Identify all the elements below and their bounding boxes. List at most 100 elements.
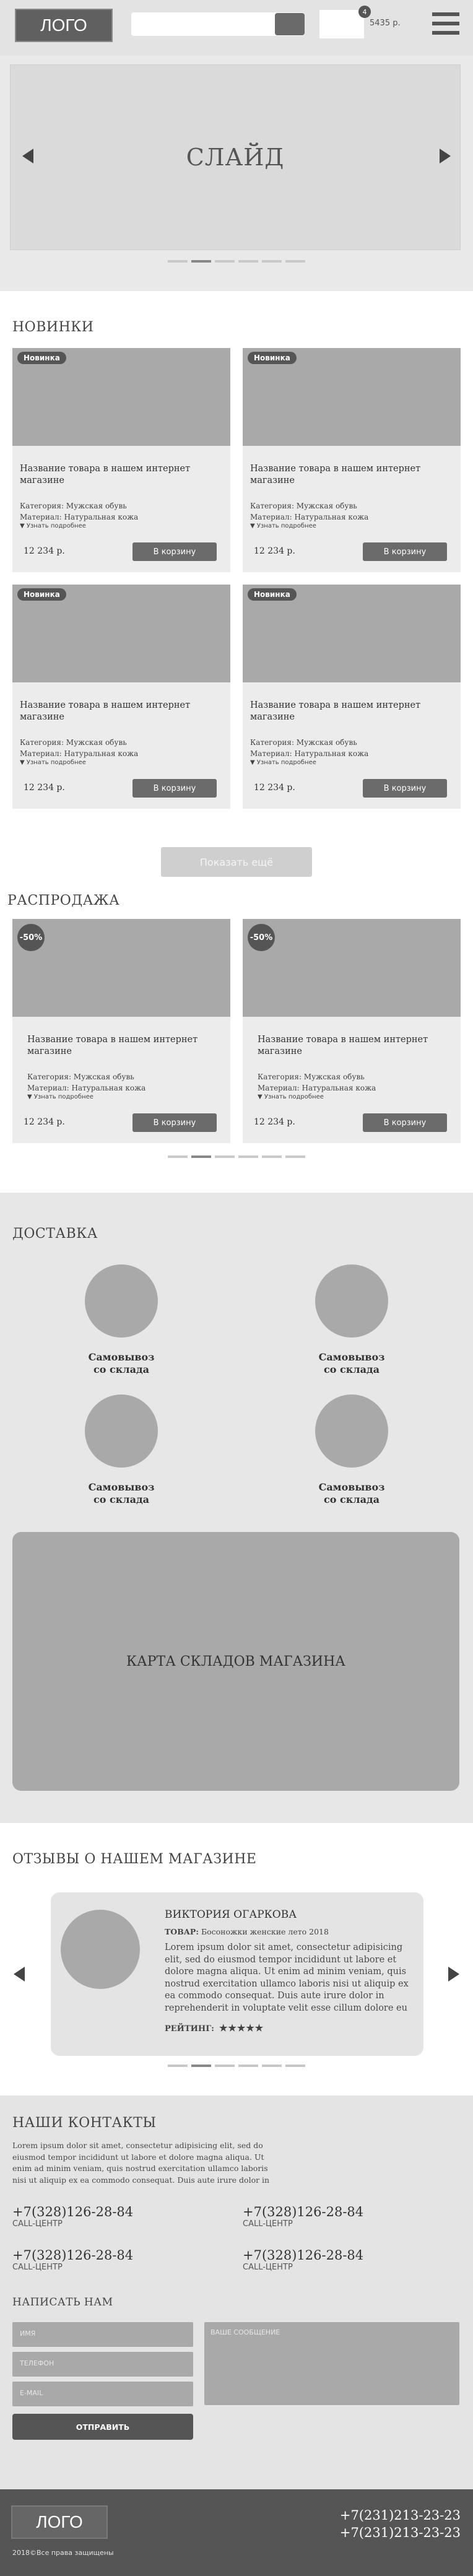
footer: ЛОГО 2018©Все права защищены +7(231)213-… [0, 2489, 473, 2576]
product-image[interactable]: -50% [243, 919, 461, 1017]
delivery-icon [315, 1264, 388, 1338]
delivery-label-line1: Самовывоз [318, 1481, 385, 1493]
sale-section: РАСПРОДАЖА -50% Название товара в нашем … [0, 886, 473, 1193]
product-image[interactable]: Новинка [12, 348, 230, 446]
add-to-cart-button[interactable]: В корзину [132, 542, 217, 561]
add-to-cart-button[interactable]: В корзину [363, 779, 447, 798]
slider-dot[interactable] [262, 1155, 282, 1158]
product-price: 12 234 р. [24, 1117, 65, 1127]
contact-phone[interactable]: +7(328)126-28-84 CALL-ЦЕНТР [243, 2204, 363, 2229]
product-image[interactable]: Новинка [12, 585, 230, 682]
warehouse-map[interactable]: КАРТА СКЛАДОВ МАГАЗИНА [12, 1532, 459, 1791]
contact-phone[interactable]: +7(328)126-28-84 CALL-ЦЕНТР [12, 2248, 133, 2272]
slider-next-arrow-icon[interactable] [440, 149, 451, 163]
phone-label: CALL-ЦЕНТР [12, 2263, 63, 2272]
product-name[interactable]: Название товара в нашем интернет магазин… [258, 1034, 453, 1058]
search-button[interactable] [275, 13, 305, 35]
review-text: Lorem ipsum dolor sit amet, consectetur … [165, 1943, 409, 2013]
discount-badge: -50% [17, 924, 45, 951]
slider-dot[interactable] [215, 1155, 235, 1158]
footer-logo[interactable]: ЛОГО [11, 2505, 108, 2539]
review-product: Босоножки женские лето 2018 [201, 1927, 329, 1936]
phone-number[interactable]: +7(328)126-28-84 [243, 2204, 363, 2219]
product-name[interactable]: Название товара в нашем интернет магазин… [20, 700, 223, 723]
slider-prev-arrow-icon[interactable] [22, 149, 33, 163]
slider-dot[interactable] [262, 2065, 282, 2067]
footer-phone[interactable]: +7(231)213-23-23 [340, 2508, 461, 2523]
email-field[interactable]: E-MAIL [12, 2382, 193, 2406]
product-name[interactable]: Название товара в нашем интернет магазин… [250, 700, 453, 723]
product-price: 12 234 р. [254, 546, 295, 556]
rating-stars-icon: ★★★★★ [219, 2022, 264, 2034]
message-field[interactable]: ВАШЕ СООБЩЕНИЕ [204, 2322, 459, 2405]
phone-field[interactable]: ТЕЛЕФОН [12, 2352, 193, 2377]
product-name[interactable]: Название товара в нашем интернет магазин… [27, 1034, 223, 1058]
add-to-cart-button[interactable]: В корзину [363, 542, 447, 561]
name-field[interactable]: ИМЯ [12, 2322, 193, 2347]
slider-dot[interactable] [262, 260, 282, 263]
add-to-cart-button[interactable]: В корзину [363, 1113, 447, 1132]
product-card[interactable]: Новинка Название товара в нашем интернет… [243, 585, 461, 809]
slider-dot[interactable] [215, 2065, 235, 2067]
product-more-link[interactable]: ▼ Узнать подробнее [20, 759, 223, 766]
product-card[interactable]: Новинка Название товара в нашем интернет… [243, 348, 461, 572]
sale-product-card[interactable]: -50% Название товара в нашем интернет ма… [12, 919, 230, 1143]
product-card[interactable]: Новинка Название товара в нашем интернет… [12, 585, 230, 809]
footer-phone[interactable]: +7(231)213-23-23 [340, 2525, 461, 2540]
add-to-cart-button[interactable]: В корзину [132, 779, 217, 798]
product-name[interactable]: Название товара в нашем интернет магазин… [20, 463, 223, 487]
send-button[interactable]: ОТПРАВИТЬ [12, 2414, 193, 2440]
slider-dot-active[interactable] [191, 2065, 211, 2067]
slide[interactable]: СЛАЙД [10, 64, 461, 250]
slider-dot-active[interactable] [191, 260, 211, 263]
reviews-next-arrow-icon[interactable] [448, 1967, 459, 1982]
reviews-prev-arrow-icon[interactable] [14, 1967, 25, 1982]
contacts-text: Lorem ipsum dolor sit amet, consectetur … [12, 2141, 270, 2185]
delivery-label-line1: Самовывоз [88, 1481, 155, 1493]
new-badge: Новинка [248, 352, 297, 364]
product-more-link[interactable]: ▼ Узнать подробнее [27, 1094, 223, 1100]
slider-dot[interactable] [285, 260, 305, 263]
menu-icon[interactable] [432, 12, 459, 35]
delivery-option[interactable]: Самовывоз со склада [290, 1395, 414, 1506]
rating-label: РЕЙТИНГ: [165, 2024, 214, 2034]
slider-dot[interactable] [238, 260, 258, 263]
slider-dot[interactable] [168, 2065, 188, 2067]
phone-number[interactable]: +7(328)126-28-84 [12, 2204, 133, 2219]
product-image[interactable]: Новинка [243, 585, 461, 682]
delivery-option[interactable]: Самовывоз со склада [290, 1264, 414, 1376]
contact-phone[interactable]: +7(328)126-28-84 CALL-ЦЕНТР [12, 2204, 133, 2229]
product-more-link[interactable]: ▼ Узнать подробнее [258, 1094, 453, 1100]
form-title: НАПИСАТЬ НАМ [12, 2296, 113, 2308]
slider-dot[interactable] [168, 260, 188, 263]
slider-dot[interactable] [215, 260, 235, 263]
product-more-link[interactable]: ▼ Узнать подробнее [250, 523, 453, 529]
slider-dot[interactable] [168, 1155, 188, 1158]
sale-product-card[interactable]: -50% Название товара в нашем интернет ма… [243, 919, 461, 1143]
delivery-option[interactable]: Самовывоз со склада [59, 1395, 183, 1506]
show-more-button[interactable]: Показать ещё [161, 847, 312, 877]
logo[interactable]: ЛОГО [15, 9, 113, 42]
phone-number[interactable]: +7(328)126-28-84 [12, 2248, 133, 2263]
contact-phone[interactable]: +7(328)126-28-84 CALL-ЦЕНТР [243, 2248, 363, 2272]
product-category: Категория: Мужская обувь [27, 1073, 134, 1081]
product-more-link[interactable]: ▼ Узнать подробнее [250, 759, 453, 766]
product-image[interactable]: Новинка [243, 348, 461, 446]
slider-dot[interactable] [285, 1155, 305, 1158]
review-product-label: ТОВАР: [165, 1927, 199, 1936]
delivery-option[interactable]: Самовывоз со склада [59, 1264, 183, 1376]
product-more-link[interactable]: ▼ Узнать подробнее [20, 523, 223, 529]
slider-dot[interactable] [285, 2065, 305, 2067]
header: ЛОГО 4 5435 р. [0, 0, 473, 56]
product-image[interactable]: -50% [12, 919, 230, 1017]
slider-dot-active[interactable] [191, 1155, 211, 1158]
product-name[interactable]: Название товара в нашем интернет магазин… [250, 463, 453, 487]
phone-number[interactable]: +7(328)126-28-84 [243, 2248, 363, 2263]
slider-dot[interactable] [238, 1155, 258, 1158]
slider-dot[interactable] [238, 2065, 258, 2067]
hero-slider: СЛАЙД [0, 56, 473, 291]
add-to-cart-button[interactable]: В корзину [132, 1113, 217, 1132]
section-title-sale: РАСПРОДАЖА [7, 893, 120, 908]
cart-button[interactable] [319, 10, 364, 38]
product-card[interactable]: Новинка Название товара в нашем интернет… [12, 348, 230, 572]
